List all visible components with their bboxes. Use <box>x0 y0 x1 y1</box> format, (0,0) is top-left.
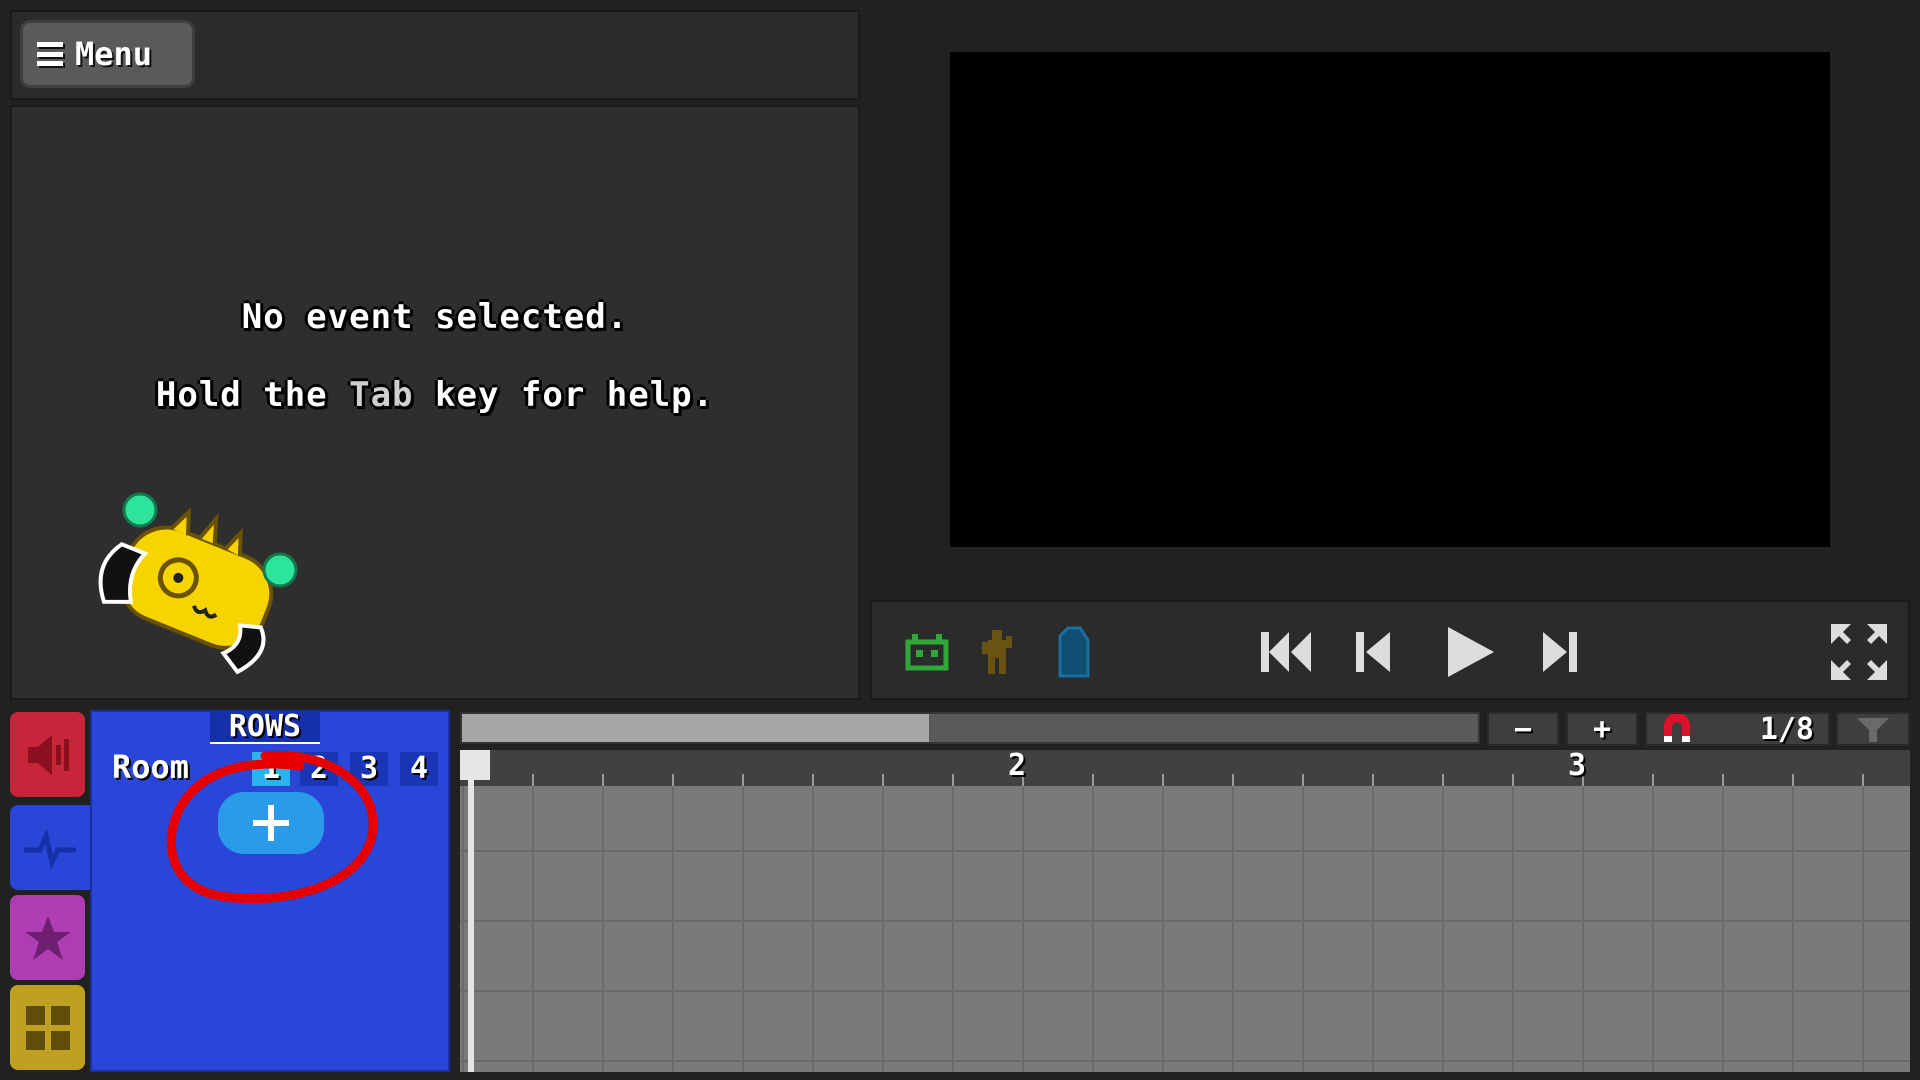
ruler-tick <box>602 774 604 786</box>
ruler-tick <box>812 774 814 786</box>
ruler-tick <box>1512 774 1514 786</box>
ruler-tick <box>1372 774 1374 786</box>
pulse-icon <box>24 827 76 869</box>
snap-button[interactable]: 1/8 <box>1645 711 1830 747</box>
playhead[interactable] <box>468 750 474 1072</box>
ruler-tick <box>742 774 744 786</box>
timeline-ruler[interactable] <box>460 750 1910 786</box>
star-icon <box>24 915 71 960</box>
room-tab-4[interactable]: 4 <box>400 752 438 786</box>
zoom-out-button[interactable]: − <box>1487 712 1559 747</box>
annotation-circle <box>166 750 378 904</box>
play-icon[interactable] <box>1442 622 1498 682</box>
ruler-tick <box>1232 774 1234 786</box>
character-icon[interactable] <box>977 626 1017 678</box>
mascot-character-icon <box>98 492 298 675</box>
help-hint-after: key for help. <box>413 375 715 415</box>
tab-sound[interactable] <box>10 712 85 797</box>
ruler-tick <box>1792 774 1794 786</box>
speaker-icon <box>27 734 69 775</box>
snap-value: 1/8 <box>1759 711 1814 747</box>
magnet-icon <box>1664 714 1690 742</box>
step-forward-icon[interactable] <box>1537 624 1581 680</box>
step-back-icon[interactable] <box>1352 624 1396 680</box>
playhead-handle[interactable] <box>460 750 490 780</box>
ruler-tick <box>952 774 954 786</box>
tab-actions[interactable] <box>10 895 85 980</box>
skip-to-start-icon[interactable] <box>1257 624 1317 680</box>
grid-icon <box>25 1005 70 1050</box>
bar-label-2: 2 <box>1008 748 1027 783</box>
help-hint-message: Hold the Tab key for help. <box>12 375 858 415</box>
ruler-tick <box>882 774 884 786</box>
ruler-tick <box>1302 774 1304 786</box>
tab-rooms[interactable] <box>10 985 85 1070</box>
ruler-tick <box>1652 774 1654 786</box>
rows-title: ROWS <box>210 710 320 744</box>
ruler-tick <box>1092 774 1094 786</box>
timeline-grid[interactable] <box>460 786 1910 1072</box>
menu-button[interactable]: Menu <box>20 20 195 88</box>
menu-label: Menu <box>75 35 153 73</box>
hamburger-icon <box>37 42 63 66</box>
ruler-tick <box>1442 774 1444 786</box>
filter-button[interactable] <box>1836 712 1910 746</box>
filter-icon <box>1857 718 1889 742</box>
ruler-tick <box>672 774 674 786</box>
ruler-tick <box>532 774 534 786</box>
playback-controls-bar <box>870 600 1910 700</box>
ruler-tick <box>1162 774 1164 786</box>
fullscreen-icon[interactable] <box>1827 620 1891 684</box>
no-event-message: No event selected. <box>241 297 629 337</box>
ruler-tick <box>1722 774 1724 786</box>
preview-screen <box>950 52 1830 547</box>
ghost-icon[interactable] <box>1052 624 1096 680</box>
ruler-tick <box>1862 774 1864 786</box>
tab-rows[interactable] <box>10 805 90 890</box>
zoom-in-button[interactable]: + <box>1566 712 1638 747</box>
help-hint-before: Hold the <box>155 375 350 415</box>
timeline-scroll-thumb[interactable] <box>462 714 929 742</box>
robot-icon[interactable] <box>902 630 952 674</box>
bar-label-3: 3 <box>1568 748 1587 783</box>
tab-key-hint: Tab <box>349 375 414 415</box>
